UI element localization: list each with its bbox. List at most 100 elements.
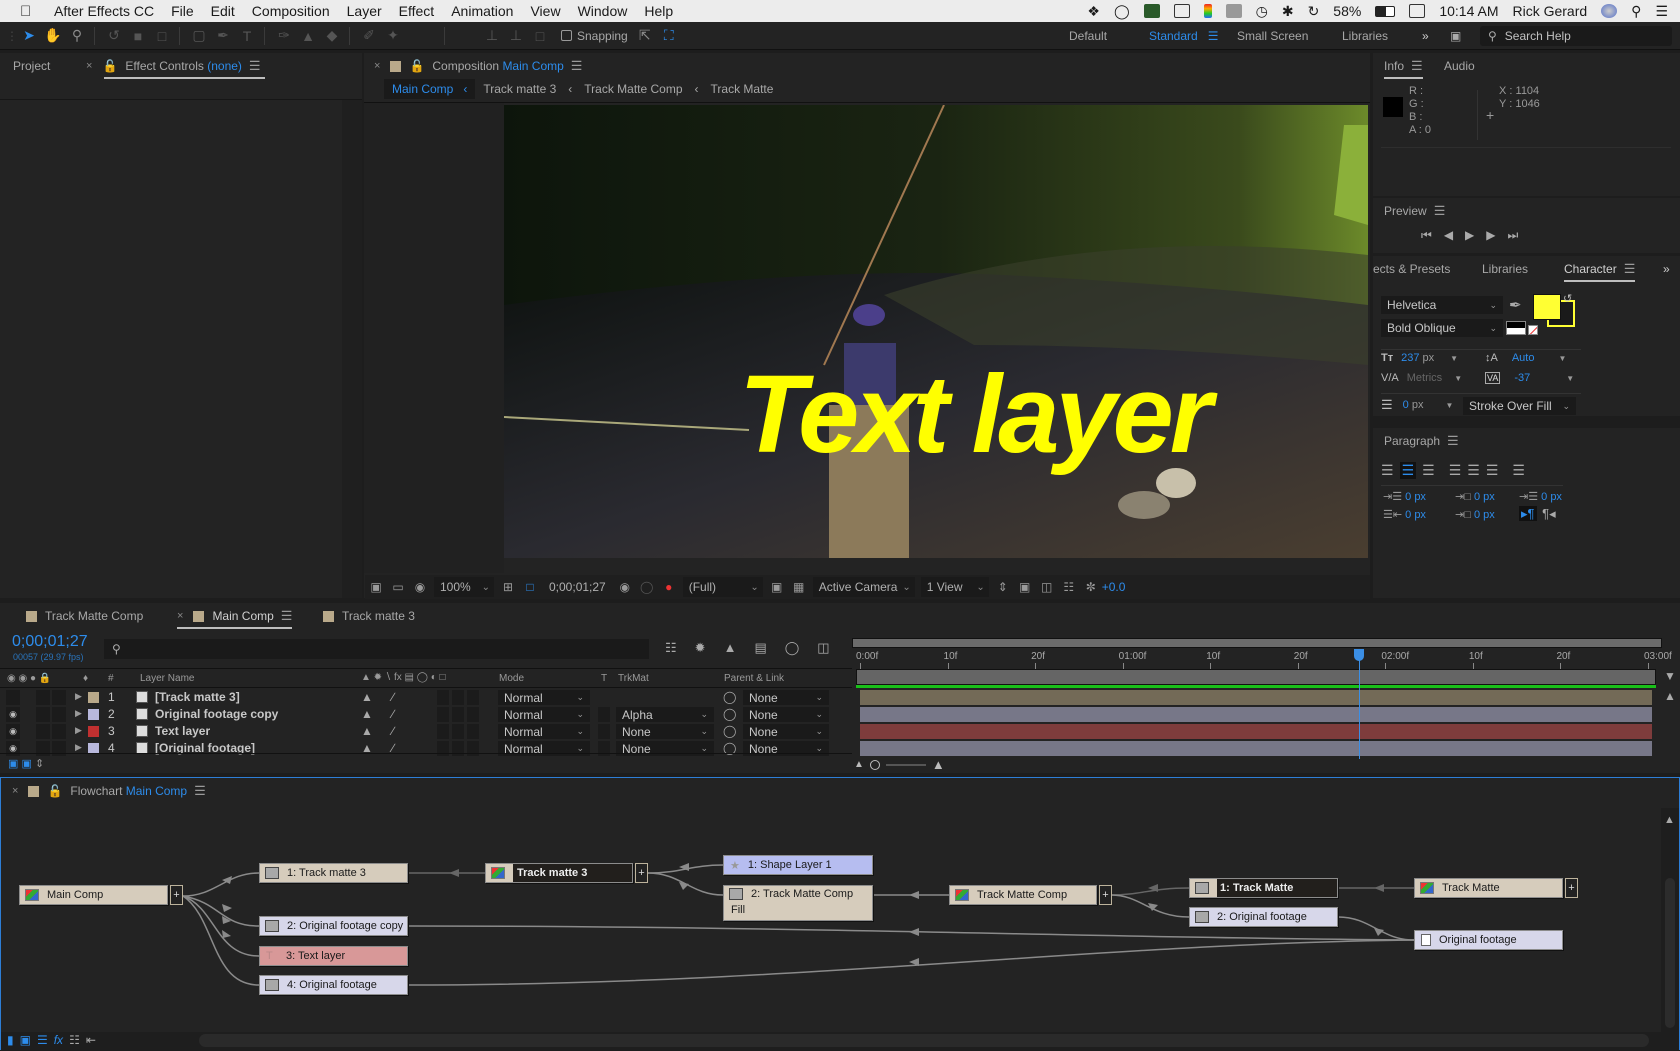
tab-character[interactable]: Character ☰ [1564,256,1636,282]
breadcrumb-track-matte-comp[interactable]: Track Matte Comp [584,82,682,96]
close-icon[interactable]: × [374,60,380,72]
timeline-icon[interactable]: ◫ [1038,580,1056,594]
node-original-footage[interactable]: Original footage [1414,930,1563,950]
ltr-direction-icon[interactable]: ▸¶ [1519,506,1537,521]
align-center-icon[interactable]: ☰ [1399,462,1417,479]
3d-switch[interactable] [467,724,479,739]
layer-search-input[interactable]: ⚲ [104,639,649,659]
workspace-default[interactable]: Default [1069,22,1107,50]
hand-tool-icon[interactable]: ✋ [42,26,64,46]
previous-frame-icon[interactable]: ◀ [1444,228,1453,243]
eraser-tool-icon[interactable]: ◆ [321,26,343,46]
label-color-swatch[interactable] [88,726,99,737]
swap-colors-icon[interactable]: ↺ [1563,292,1572,305]
workspace-menu-icon[interactable]: ☰ [1208,29,1219,43]
stroke-width-value[interactable]: 0 [1403,399,1409,411]
work-area-bar[interactable] [856,669,1656,685]
tab-info[interactable]: Info ☰ [1384,53,1423,79]
siri-icon[interactable] [1601,4,1618,18]
transparency-grid-icon[interactable]: ▦ [790,580,808,594]
label-color-swatch[interactable] [88,692,99,703]
node-shape-layer-1[interactable]: ★ 1: Shape Layer 1 [723,855,873,875]
adjustment-switch[interactable] [452,690,464,705]
comp-marker-bin-icon[interactable]: ▼ [1664,669,1676,683]
solo-toggle[interactable] [36,724,50,739]
expand-button[interactable]: + [1099,885,1112,905]
layer-duration-bar[interactable] [860,741,1652,756]
layer-duration-bar[interactable] [860,724,1652,739]
menu-composition[interactable]: Composition [252,3,330,19]
node-layer-track-matte-comp[interactable]: 2: Track Matte Comp Fill [723,885,873,921]
flow-direction-icon[interactable]: ☷ [69,1033,80,1047]
layer-row[interactable]: ◉ ▶ 2 Original footage copy ▲ ∕ Normal ⌄ Alpha ⌄ ◯… [0,706,852,723]
frame-blending-icon[interactable]: ▤ [754,640,766,656]
caret-down-icon[interactable]: ▼ [1450,354,1458,363]
motion-blur-icon[interactable]: ◯ [785,640,800,656]
puppet-tool-icon[interactable]: ✦ [382,26,404,46]
drive-icon[interactable] [1143,4,1160,18]
node-layer-track-matte-3[interactable]: 1: Track matte 3 [259,863,408,883]
space-after-field[interactable]: ⇥□ 0 px [1455,508,1495,521]
adjustment-switch[interactable] [452,707,464,722]
clock[interactable]: 10:14 AM [1439,3,1498,19]
menu-help[interactable]: Help [644,3,673,19]
expand-triangle-icon[interactable]: ▶ [75,708,82,719]
solo-toggle[interactable] [36,690,50,705]
tab-effect-controls[interactable]: × 🔓 Effect Controls (none) ☰ [86,53,265,79]
panel-menu-icon[interactable]: ☰ [1624,261,1636,277]
eye-icon[interactable]: ◉ [6,724,20,739]
pick-whip-icon[interactable]: ◯ [723,724,736,738]
parent-dropdown[interactable]: None ⌄ [743,690,829,705]
node-main-comp[interactable]: Main Comp [19,885,168,905]
rotate-tool-icon[interactable]: ↺ [103,26,125,46]
scrollbar-thumb[interactable] [1665,878,1675,1028]
time-navigator[interactable] [852,638,1662,648]
tab-track-matte-comp[interactable]: Track Matte Comp [26,603,143,629]
indent-left-field[interactable]: ⇥☰ 0 px [1383,490,1426,503]
type-tool-icon[interactable]: T [236,26,258,46]
snapping-checkbox[interactable] [561,30,572,41]
parent-dropdown[interactable]: None ⌄ [743,724,829,739]
fast-previews-icon[interactable]: ▣ [768,580,786,594]
lock-toggle[interactable] [52,690,66,705]
notification-center-icon[interactable]: ☰ [1655,3,1668,20]
fill-color-swatch[interactable] [1533,294,1561,320]
tracking-value[interactable]: -37 [1514,372,1530,384]
pen-tool-icon[interactable]: ✒ [212,26,234,46]
column-layer-name[interactable]: Layer Name [140,673,194,684]
show-footage-icon[interactable]: ▮ [7,1033,14,1047]
stroke-width-field[interactable]: ☰ 0 px ▼ [1381,397,1453,413]
show-effects-icon[interactable]: fx [54,1033,63,1047]
rtl-direction-icon[interactable]: ¶◂ [1542,506,1556,521]
sync-icon[interactable]: ↻ [1308,3,1320,20]
node-layer-original-footage-2[interactable]: 2: Original footage [1189,907,1338,927]
first-frame-icon[interactable]: ⏮ [1421,228,1432,243]
tab-audio[interactable]: Audio [1444,53,1475,79]
preserve-transparency-toggle[interactable] [598,707,610,722]
snap-options-icon[interactable]: ⇱ [634,26,656,46]
justify-all-icon[interactable]: ☰ [1512,462,1525,479]
3d-switch[interactable] [467,707,479,722]
spotlight-icon[interactable]: ⚲ [1631,3,1641,20]
layer-name[interactable]: Text layer [155,724,210,738]
blend-mode-dropdown[interactable]: Normal ⌄ [498,707,590,722]
space-after-value[interactable]: 0 px [1474,509,1495,521]
stroke-mode-dropdown[interactable]: Stroke Over Fill ⌄ [1463,397,1576,415]
expand-triangle-icon[interactable]: ▶ [75,691,82,702]
flowchart-icon[interactable]: ☷ [1060,580,1078,594]
indent-first-value[interactable]: 0 px [1541,491,1562,503]
space-before-value[interactable]: 0 px [1474,491,1495,503]
keyboard-icon[interactable] [1409,4,1426,18]
show-layers-icon[interactable]: ☰ [37,1033,48,1047]
shy-switch-icon[interactable]: ▲ [361,707,373,721]
apple-icon[interactable]:  [20,3,42,20]
magnification-dropdown[interactable]: 100% ⌄ [434,577,494,597]
kerning-field[interactable]: V/A Metrics ▼ [1381,372,1462,384]
zoom-tool-icon[interactable]: ⚲ [66,26,88,46]
layer-name[interactable]: [Track matte 3] [155,690,240,704]
battery-icon[interactable] [1375,5,1396,17]
in-out-toggle-icon[interactable]: ⇕ [35,758,44,770]
toggle-pixel-aspect-icon[interactable]: ⇕ [994,580,1012,594]
blend-mode-dropdown[interactable]: Normal ⌄ [498,724,590,739]
dropbox-icon[interactable]: ❖ [1087,3,1100,20]
